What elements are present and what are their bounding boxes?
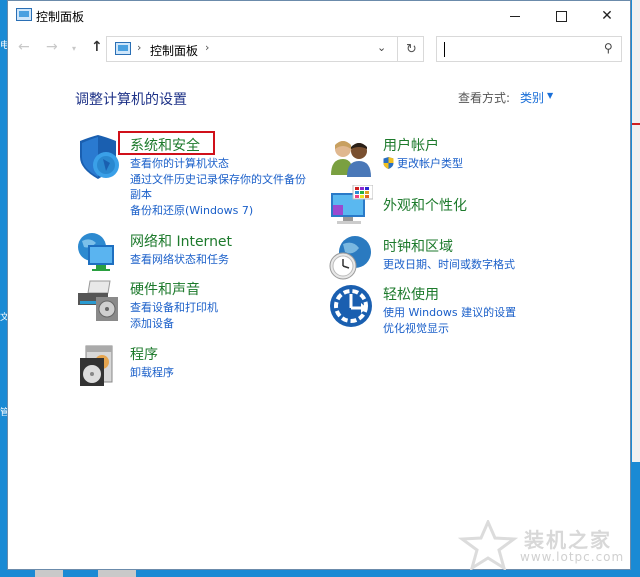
clock-globe-icon[interactable] (329, 236, 373, 280)
address-dropdown-icon[interactable]: ⌄ (377, 41, 386, 54)
control-panel-icon (115, 42, 131, 55)
link-optimize-visual-display[interactable]: 优化视觉显示 (383, 321, 516, 337)
back-button[interactable]: ← (18, 39, 30, 55)
background-divider (632, 123, 640, 125)
link-text: 更改帐户类型 (397, 157, 463, 170)
breadcrumb-separator[interactable]: › (205, 41, 209, 54)
ease-of-access-icon[interactable] (329, 284, 373, 328)
link-add-device[interactable]: 添加设备 (130, 316, 218, 332)
close-icon: ✕ (601, 8, 613, 24)
category-title[interactable]: 硬件和声音 (130, 279, 200, 299)
link-change-date-time[interactable]: 更改日期、时间或数字格式 (383, 257, 515, 273)
window-title: 控制面板 (36, 10, 85, 24)
breadcrumb-control-panel[interactable]: 控制面板 (150, 42, 198, 59)
programs-icon[interactable] (76, 344, 120, 388)
users-icon[interactable] (329, 135, 373, 179)
breadcrumb-separator[interactable]: › (137, 41, 141, 54)
link-uninstall-program[interactable]: 卸载程序 (130, 365, 174, 381)
view-by-dropdown[interactable]: 类别 (520, 89, 544, 106)
link-recommended-settings[interactable]: 使用 Windows 建议的设置 (383, 305, 516, 321)
category-title[interactable]: 时钟和区域 (383, 236, 453, 256)
category-title[interactable]: 网络和 Internet (130, 231, 232, 251)
search-input[interactable]: ⚲ (436, 36, 622, 62)
taskbar-item[interactable] (98, 570, 136, 577)
minimize-button[interactable] (492, 1, 538, 31)
page-title: 调整计算机的设置 (75, 92, 187, 108)
highlight-box (118, 131, 215, 155)
star-logo-icon (458, 520, 518, 570)
navigation-bar: ← → ▾ ↑ › 控制面板 › ⌄ ↻ ⚲ (8, 31, 630, 65)
watermark-url: www.lotpc.com (520, 550, 625, 564)
link-backup-restore[interactable]: 备份和还原(Windows 7) (130, 203, 306, 219)
search-icon[interactable]: ⚲ (604, 41, 613, 55)
text-cursor (444, 42, 445, 57)
control-panel-icon (16, 8, 32, 21)
network-icon[interactable] (76, 231, 120, 275)
link-view-computer-status[interactable]: 查看你的计算机状态 (130, 156, 306, 172)
watermark: 装机之家 www.lotpc.com (458, 520, 623, 570)
view-by-label: 查看方式: (458, 91, 511, 105)
up-button[interactable]: ↑ (91, 39, 103, 55)
link-file-history[interactable]: 通过文件历史记录保存你的文件备份 (130, 172, 306, 188)
category-title[interactable]: 用户帐户 (383, 135, 439, 155)
watermark-text: 装机之家 (524, 528, 612, 552)
monitor-palette-icon[interactable] (329, 185, 373, 229)
background-window (632, 0, 640, 577)
desktop-strip (632, 462, 640, 577)
close-button[interactable]: ✕ (584, 1, 630, 31)
forward-button[interactable]: → (46, 39, 58, 55)
title-bar[interactable]: 控制面板 ✕ (8, 1, 630, 31)
shield-icon[interactable] (76, 135, 120, 179)
control-panel-window: 控制面板 ✕ ← → ▾ ↑ › 控制面板 › ⌄ ↻ ⚲ 调整计算机的设置 查… (7, 0, 631, 570)
control-panel-content: 调整计算机的设置 查看方式: 类别 ▼ 系统和安全 查看你的计算机状态 通过文件… (8, 65, 630, 569)
chevron-down-icon[interactable]: ▼ (547, 91, 553, 100)
maximize-button[interactable] (538, 1, 584, 31)
category-title[interactable]: 轻松使用 (383, 284, 439, 304)
refresh-button[interactable]: ↻ (397, 36, 425, 62)
maximize-icon (555, 10, 567, 22)
link-change-account-type[interactable]: 更改帐户类型 (383, 156, 463, 172)
uac-shield-icon (383, 157, 394, 169)
address-bar[interactable]: › 控制面板 › ⌄ ↻ (106, 36, 424, 62)
link-network-status[interactable]: 查看网络状态和任务 (130, 252, 229, 268)
refresh-icon: ↻ (406, 41, 417, 57)
taskbar-item[interactable] (35, 570, 63, 577)
link-file-history-cont[interactable]: 副本 (130, 187, 306, 203)
minimize-icon (510, 15, 520, 17)
link-devices-printers[interactable]: 查看设备和打印机 (130, 300, 218, 316)
category-title[interactable]: 程序 (130, 344, 158, 364)
category-title[interactable]: 外观和个性化 (383, 195, 467, 215)
printer-icon[interactable] (76, 279, 120, 323)
recent-locations-button[interactable]: ▾ (72, 44, 76, 53)
